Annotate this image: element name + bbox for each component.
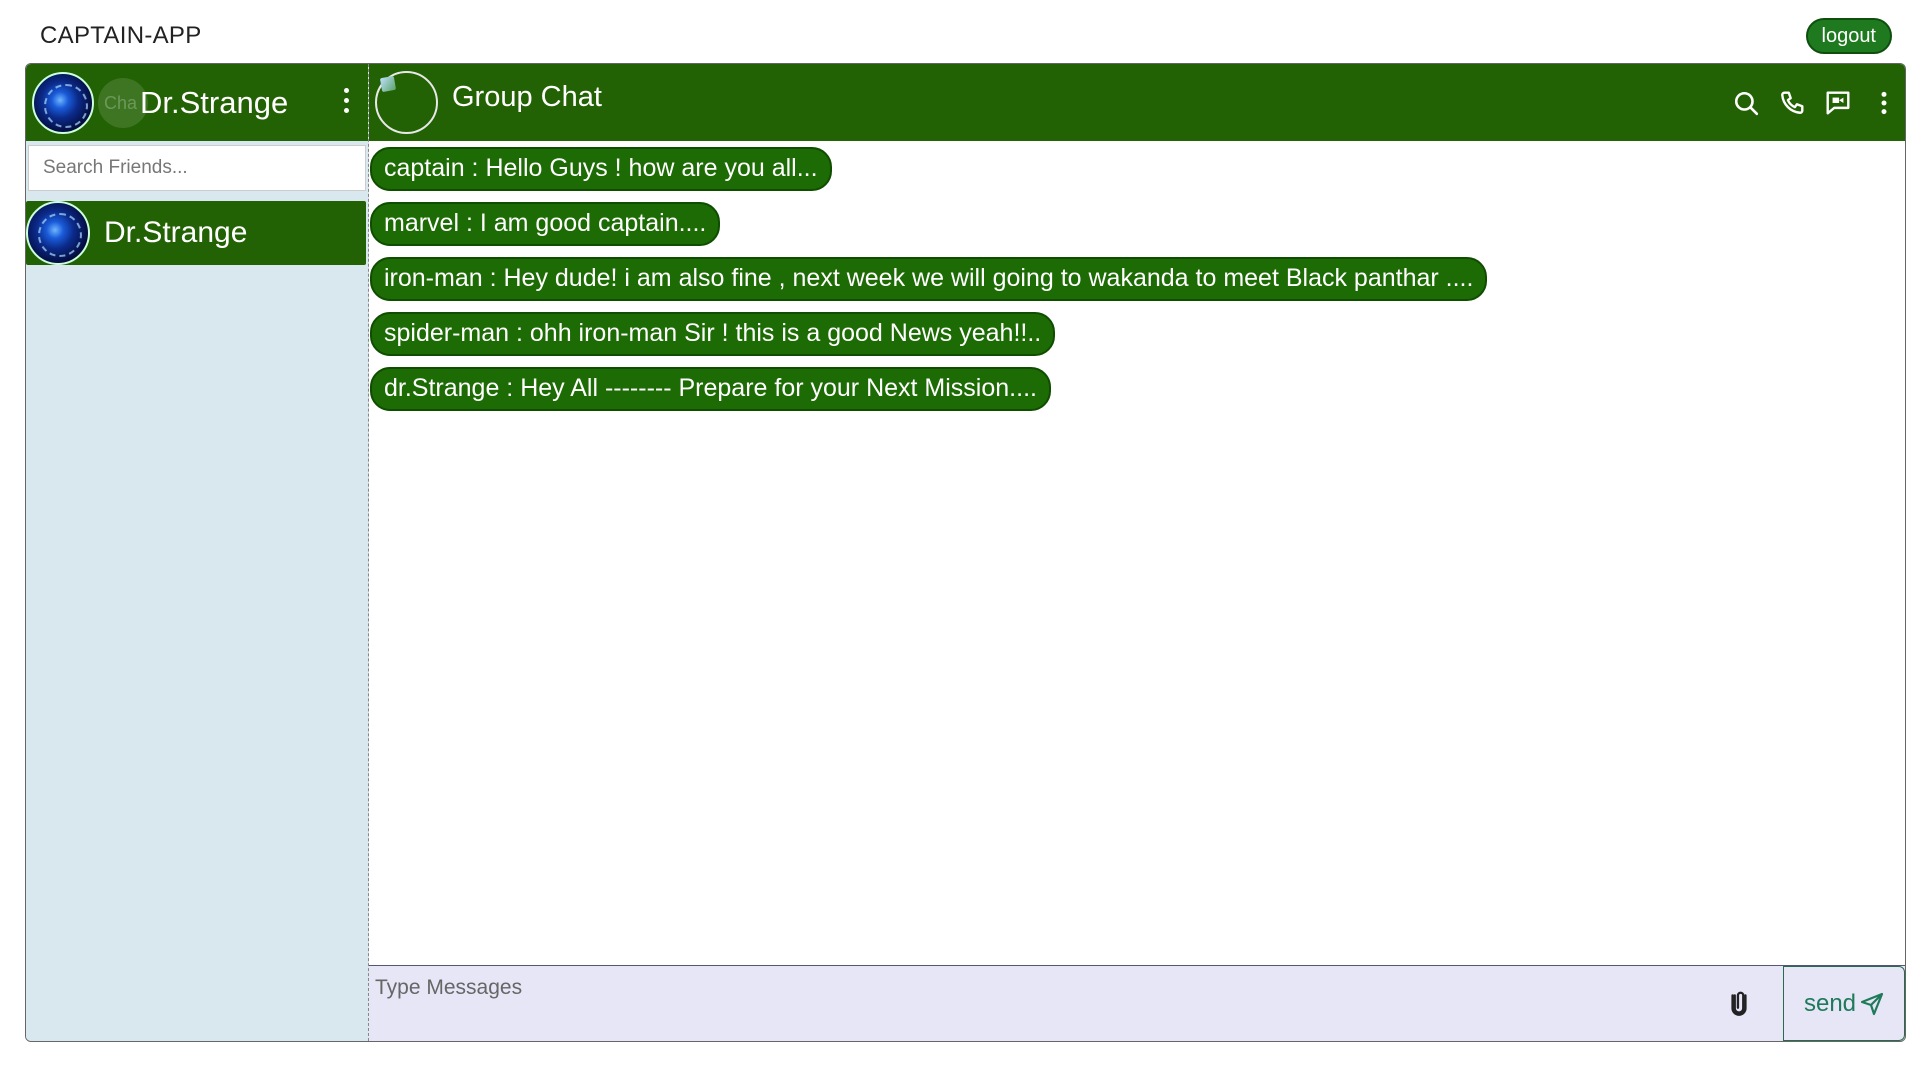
chat-panel: Group Chat captain : Hello Guys ! how ar… xyxy=(369,64,1905,1041)
chat-header: Group Chat xyxy=(369,64,1905,141)
video-message-icon[interactable] xyxy=(1825,90,1851,116)
sidebar: Cha Dr.Strange Dr.Strange xyxy=(26,64,369,1041)
message-bubble: iron-man : Hey dude! i am also fine , ne… xyxy=(370,257,1488,301)
top-bar: CAPTAIN-APP logout xyxy=(0,0,1920,64)
chat-title: Group Chat xyxy=(452,81,602,113)
send-label: send xyxy=(1803,989,1857,1017)
chat-header-icons xyxy=(1733,64,1897,141)
send-icon xyxy=(1860,992,1884,1015)
chat-app-window: Cha Dr.Strange Dr.Strange Group Chat xyxy=(25,63,1906,1042)
send-button[interactable]: send xyxy=(1783,966,1905,1041)
message-bubble: spider-man : ohh iron-man Sir ! this is … xyxy=(370,312,1056,356)
sidebar-header: Cha Dr.Strange xyxy=(26,64,368,141)
paperclip-icon[interactable] xyxy=(1719,966,1759,1041)
app-title: CAPTAIN-APP xyxy=(40,22,202,49)
search-friends-input[interactable] xyxy=(28,145,366,191)
more-vertical-icon[interactable] xyxy=(344,88,350,113)
friend-list-item[interactable]: Dr.Strange xyxy=(26,201,366,265)
message-bubble: captain : Hello Guys ! how are you all..… xyxy=(370,147,832,191)
search-icon[interactable] xyxy=(1733,90,1759,116)
more-vertical-icon[interactable] xyxy=(1871,90,1897,116)
message-bubble: marvel : I am good captain.... xyxy=(370,202,721,246)
phone-icon[interactable] xyxy=(1779,90,1805,116)
friend-avatar xyxy=(26,201,90,265)
search-wrap xyxy=(26,141,368,201)
logout-button[interactable]: logout xyxy=(1805,18,1892,54)
current-user-name: Dr.Strange xyxy=(140,84,289,120)
friend-name: Dr.Strange xyxy=(104,216,248,249)
message-bubble: dr.Strange : Hey All -------- Prepare fo… xyxy=(370,367,1051,411)
group-avatar[interactable] xyxy=(375,71,438,134)
message-list: captain : Hello Guys ! how are you all..… xyxy=(369,141,1905,965)
user-avatar[interactable] xyxy=(32,71,94,134)
message-input[interactable] xyxy=(369,966,1719,1041)
message-composer: send xyxy=(369,965,1905,1041)
